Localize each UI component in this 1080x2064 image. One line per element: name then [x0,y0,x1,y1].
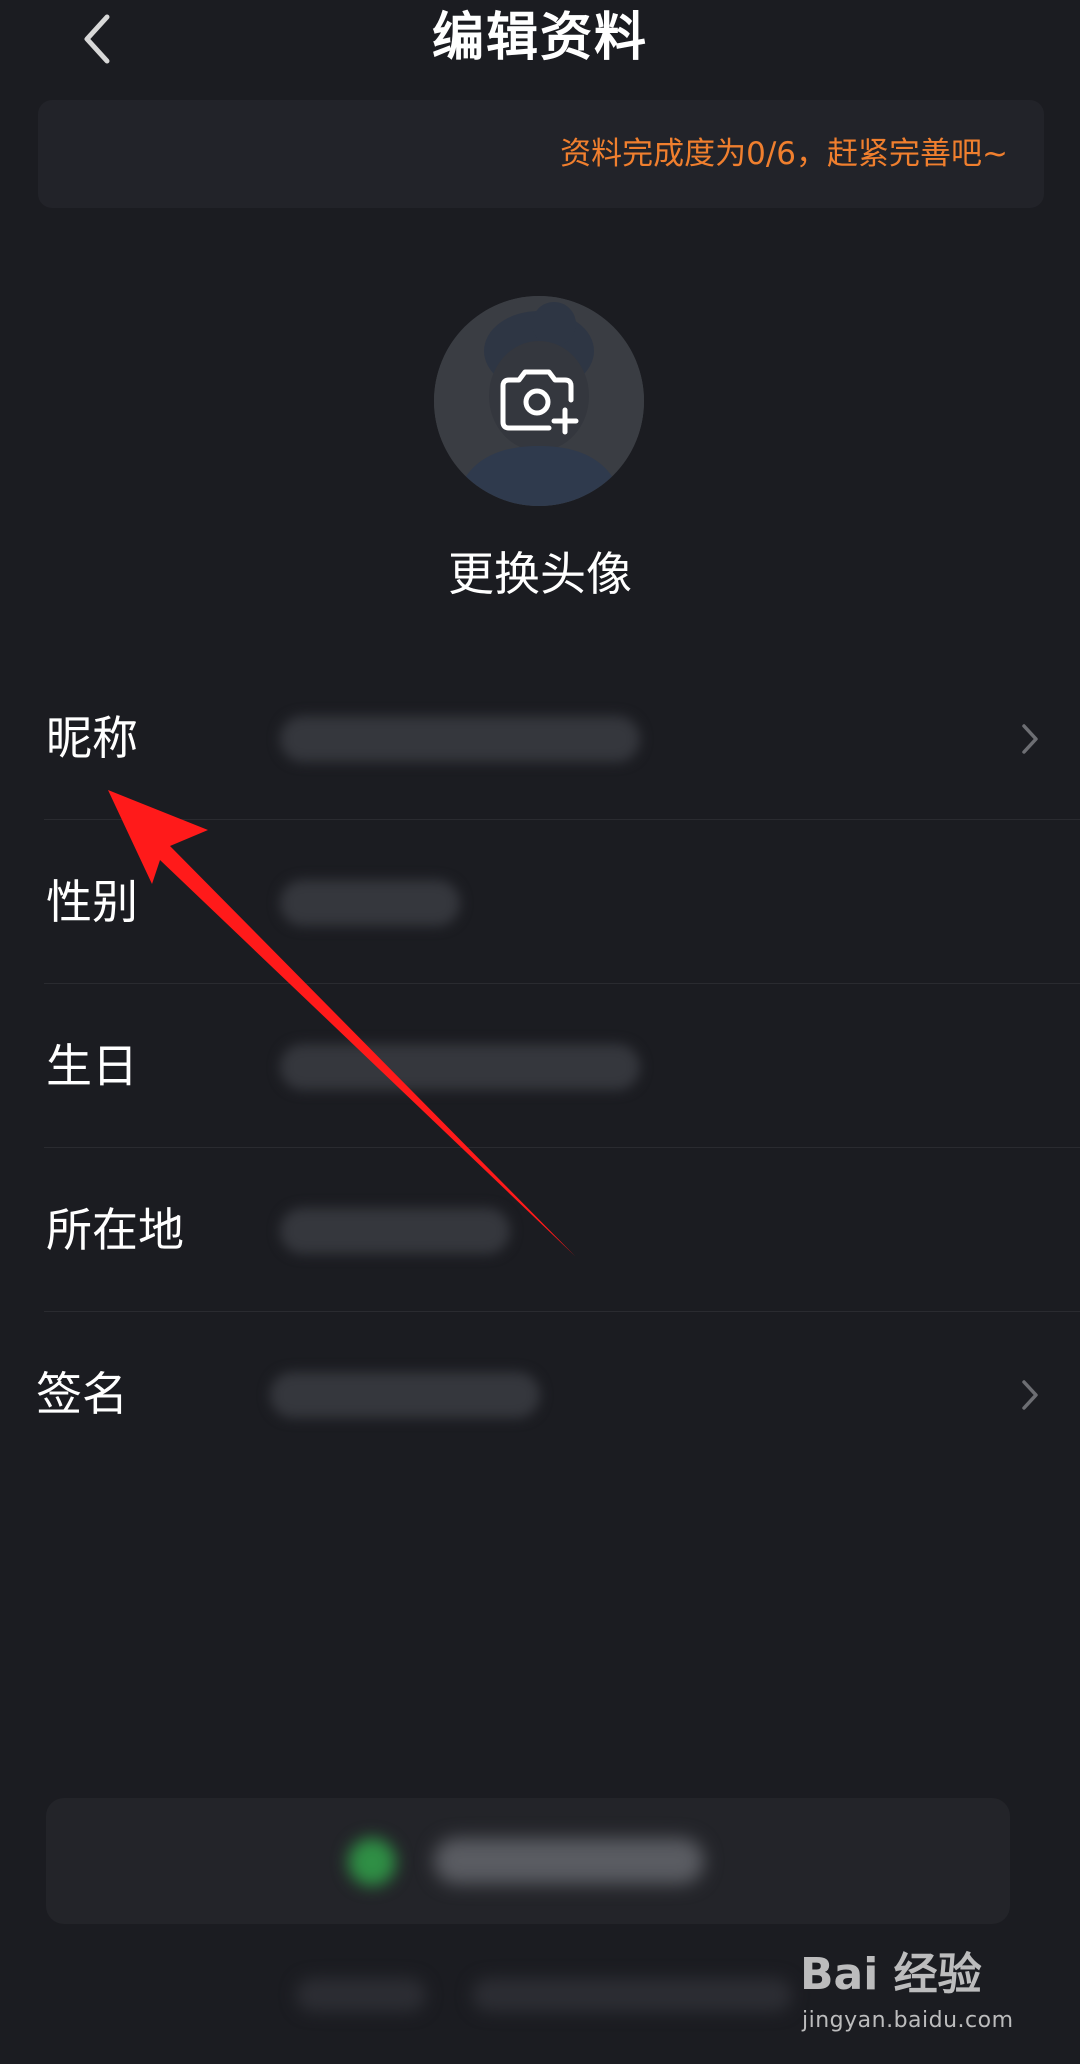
watermark-brand: Bai 经验 [800,1949,982,2000]
watermark-url: jingyan.baidu.com [802,2008,1014,2033]
row-location[interactable]: 所在地 [0,1148,1080,1312]
camera-add-icon [500,369,579,435]
baidu-jingyan-watermark: Bai 经验 jingyan.baidu.com [800,1946,1020,2046]
chevron-right-icon [1022,724,1038,754]
edit-profile-screen: 编辑资料 资料完成度为0/6，赶紧完善吧~ 更换头像 昵称 性别 生日 所在地 … [0,0,1080,2064]
profile-completion-banner[interactable]: 资料完成度为0/6，赶紧完善吧~ [38,100,1044,208]
birthday-value-redacted [280,1044,640,1090]
row-birthday[interactable]: 生日 [0,984,1080,1148]
birthday-label: 生日 [46,1039,138,1093]
chevron-right-icon [1022,1380,1038,1410]
change-avatar-label[interactable]: 更换头像 [0,544,1080,604]
nickname-value-redacted [280,716,640,762]
completion-text: 资料完成度为0/6，赶紧完善吧~ [560,136,1008,172]
signature-value-redacted [270,1372,540,1418]
footer-text-redacted [472,1978,792,2012]
signature-label: 签名 [36,1367,128,1421]
nickname-label: 昵称 [46,711,138,765]
footer-text-redacted [296,1978,426,2012]
location-label: 所在地 [46,1203,184,1257]
gender-value-redacted [280,880,460,926]
row-nickname[interactable]: 昵称 [0,656,1080,820]
row-gender[interactable]: 性别 [0,820,1080,984]
page-title: 编辑资料 [431,8,648,68]
gender-label: 性别 [46,875,138,929]
row-signature[interactable]: 签名 [0,1312,1080,1476]
green-status-icon [348,1838,396,1886]
location-value-redacted [280,1208,510,1254]
bottom-action-text-redacted [434,1838,704,1884]
